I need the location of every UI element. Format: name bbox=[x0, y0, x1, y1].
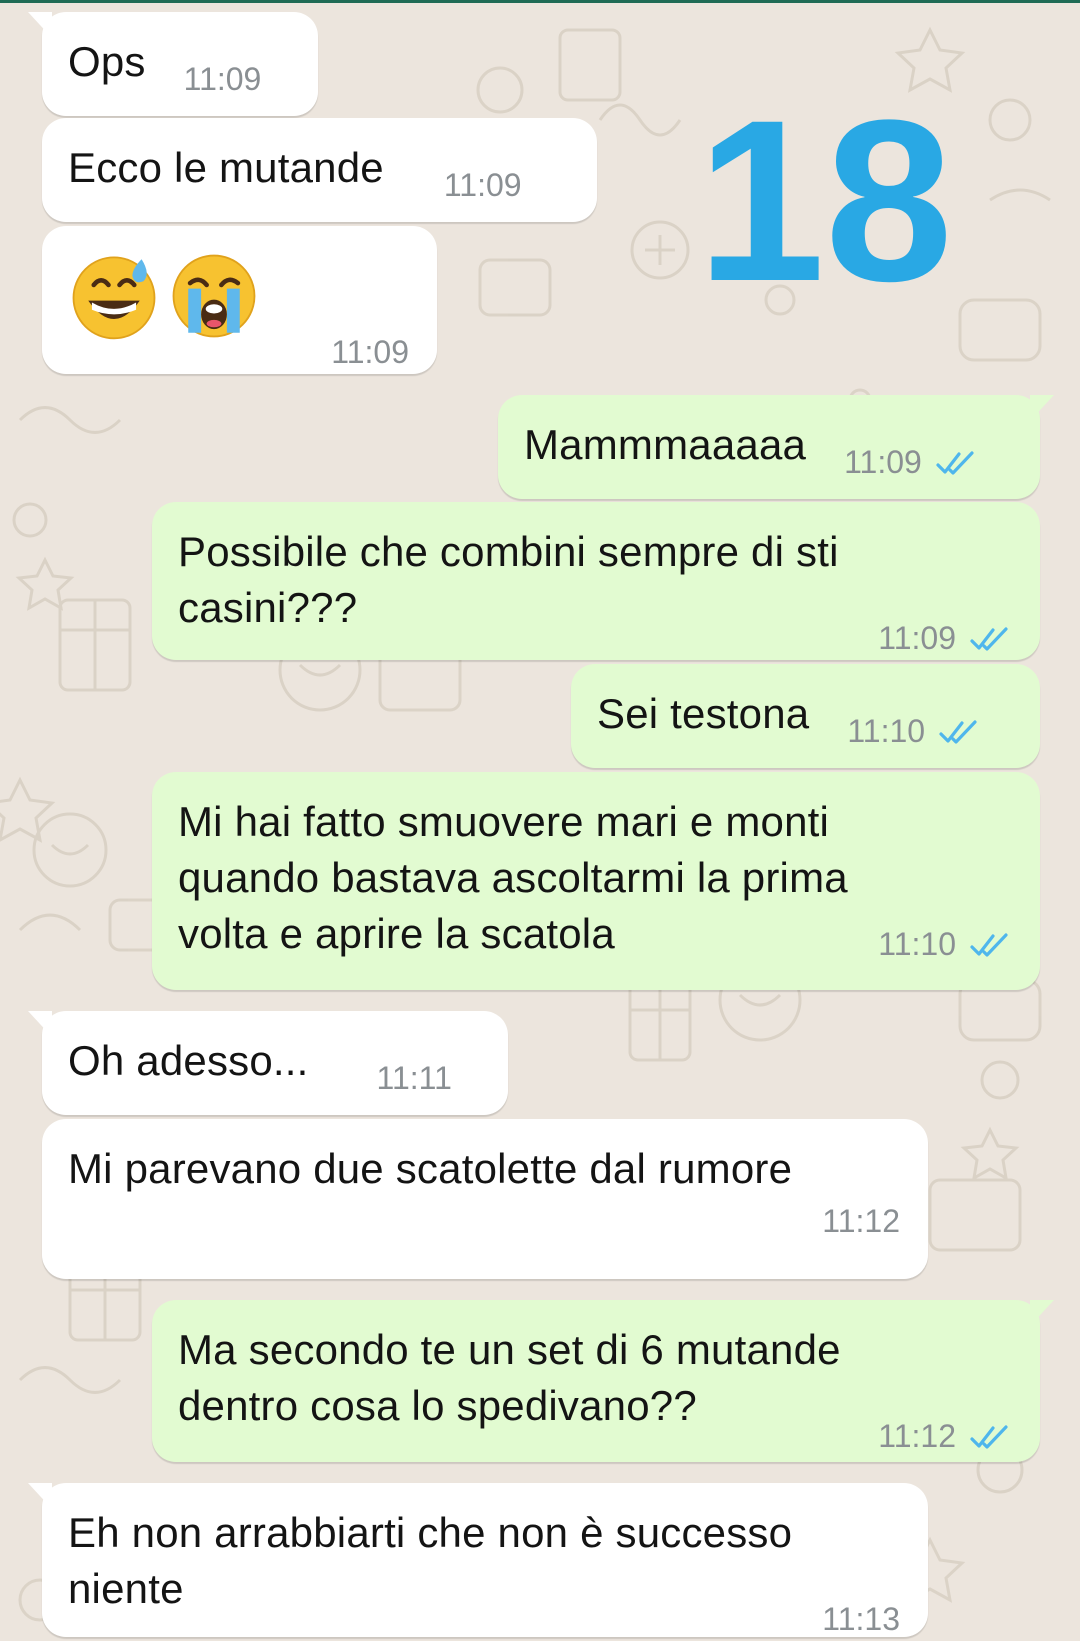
message-bubble-outgoing[interactable]: Mammmaaaaa 11:09 bbox=[498, 395, 1054, 499]
message-time: 11:13 bbox=[822, 1601, 900, 1637]
message-bubble-incoming[interactable]: Ecco le mutande 11:09 bbox=[42, 118, 597, 222]
message-bubble-incoming[interactable]: Oh adesso... 11:11 bbox=[28, 1011, 508, 1115]
message-bubble-incoming[interactable]: 11:09 bbox=[42, 226, 437, 374]
message-bubble-outgoing[interactable]: Sei testona 11:10 bbox=[571, 664, 1040, 768]
read-ticks-icon bbox=[936, 450, 974, 475]
message-text: Sei testona bbox=[597, 690, 810, 737]
message-text: Ops bbox=[68, 38, 146, 85]
message-bubble-outgoing[interactable]: Ma secondo te un set di 6 mutande dentro… bbox=[152, 1300, 1054, 1462]
read-ticks-icon bbox=[970, 626, 1008, 651]
message-time: 11:12 bbox=[822, 1203, 900, 1239]
message-bubble-outgoing[interactable]: Possibile che combini sempre di sti casi… bbox=[152, 502, 1040, 660]
grinning-sweat-emoji bbox=[68, 250, 160, 342]
message-time: 11:09 bbox=[844, 444, 978, 481]
message-text: Oh adesso... bbox=[68, 1037, 309, 1084]
message-bubble-outgoing[interactable]: Mi hai fatto smuovere mari e monti quand… bbox=[152, 772, 1040, 990]
message-bubble-incoming[interactable]: Mi parevano due scatolette dal rumore 11… bbox=[42, 1119, 928, 1279]
read-ticks-icon bbox=[970, 932, 1008, 957]
message-time: 11:09 bbox=[183, 61, 262, 97]
read-ticks-icon bbox=[970, 1424, 1008, 1449]
message-time: 11:09 bbox=[443, 167, 522, 203]
message-bubble-incoming[interactable]: Eh non arrabbiarti che non è successo ni… bbox=[28, 1483, 928, 1637]
message-bubble-incoming[interactable]: Ops 11:09 bbox=[28, 12, 318, 116]
loudly-crying-emoji bbox=[168, 250, 260, 342]
message-text: Mi parevano due scatolette dal rumore bbox=[68, 1145, 793, 1192]
message-list[interactable]: Ops 11:09 Ecco le mutande 11:09 11:09 Ma… bbox=[0, 0, 1080, 1641]
message-time: 11:11 bbox=[376, 1060, 452, 1096]
message-text: Ecco le mutande bbox=[68, 144, 384, 191]
message-text: Mammmaaaaa bbox=[524, 421, 807, 468]
read-ticks-icon bbox=[939, 719, 977, 744]
message-time: 11:10 bbox=[847, 713, 981, 750]
